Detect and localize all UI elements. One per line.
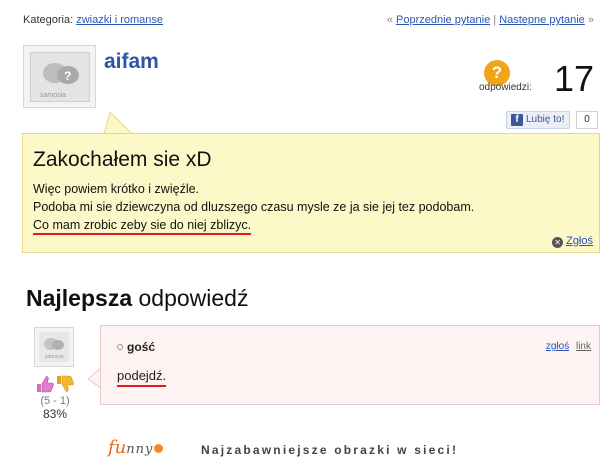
avatar-speech-icon: ? samosia (40, 63, 79, 99)
answer-count: ? odpowiedzi: 17 (444, 58, 594, 99)
answer-votes: (5 - 1) 83% (30, 374, 80, 424)
answer-links: zgłoś link (546, 341, 591, 352)
question-box: Zakochałem sie xD Więc powiem krótko i z… (22, 133, 600, 253)
user-avatar[interactable]: ? samosia (23, 45, 96, 108)
question-title: Zakochałem sie xD (33, 148, 212, 171)
vote-percent: 83% (42, 407, 68, 421)
footer-tagline: Najzabawniejsze obrazki w sieci! (201, 443, 459, 457)
prev-marker: « (386, 14, 393, 26)
question-bubble-tail (103, 112, 134, 134)
vote-thumbs (30, 374, 80, 394)
svg-text:?: ? (64, 69, 71, 83)
report-icon: ✕ (552, 237, 564, 248)
logo-dot-icon (154, 444, 164, 453)
report-link[interactable]: Zgłoś (566, 235, 593, 247)
answer-author: gość (117, 340, 155, 354)
facebook-like-button[interactable]: f Lubię to! (506, 111, 571, 129)
facebook-icon: f (511, 114, 523, 126)
category: Kategoria: zwiazki i romanse (23, 14, 163, 26)
vote-score: (5 - 1) (40, 395, 70, 407)
thumbs-down-icon[interactable] (57, 375, 74, 392)
nav-separator: | (493, 14, 497, 26)
like-count: 0 (576, 111, 598, 129)
answer-count-label: odpowiedzi: (479, 82, 532, 93)
answer-text: podejdź. (117, 368, 167, 387)
answer-avatar-placeholder: samosia (39, 332, 69, 362)
answer-count-number: 17 (553, 58, 594, 99)
like-label: Lubię to! (526, 114, 565, 125)
thumbs-up-icon[interactable] (37, 376, 54, 393)
next-marker: » (587, 14, 594, 26)
avatar-speech-icon-small: samosia (44, 338, 64, 360)
site-logo: funny (108, 437, 164, 458)
question-navigation: « Poprzednie pytanie | Nastepne pytanie … (387, 14, 594, 26)
best-answer-heading-bold: Najlepsza (26, 285, 133, 311)
question-body: Więc powiem krótko i zwięźle. Podoba mi … (33, 180, 475, 235)
username[interactable]: aifam (104, 50, 159, 74)
category-link[interactable]: zwiazki i romanse (76, 14, 163, 26)
best-answer-heading-rest: odpowiedź (138, 285, 249, 311)
top-bar: Kategoria: zwiazki i romanse « Poprzedni… (0, 0, 600, 28)
category-label: Kategoria: (23, 14, 74, 26)
svg-text:samosia: samosia (40, 92, 66, 99)
best-answer-heading: Najlepsza odpowiedź (26, 285, 248, 312)
answer-report-link[interactable]: zgłoś (546, 341, 569, 352)
question-line-1: Więc powiem krótko i zwięźle. (33, 182, 200, 196)
report-question[interactable]: ✕ Zgłoś (552, 235, 593, 248)
answer-author-name: gość (127, 340, 156, 354)
next-question-link[interactable]: Nastepne pytanie (499, 14, 585, 26)
author-status-icon (117, 344, 123, 350)
avatar-placeholder-image: ? samosia (30, 52, 90, 102)
answer-avatar[interactable]: samosia (34, 327, 74, 367)
logo-rest: nny (126, 442, 154, 457)
question-line-3: Co mam zrobic zeby sie do niej zblizyc. (33, 218, 252, 235)
answer-box: gość zgłoś link podejdź. (100, 325, 600, 405)
question-line-2: Podoba mi sie dziewczyna od dluzszego cz… (33, 200, 475, 214)
logo-main: fu (108, 437, 127, 458)
footer-watermark: funny Najzabawniejsze obrazki w sieci! (0, 435, 600, 472)
svg-text:samosia: samosia (45, 354, 64, 360)
answer-permalink[interactable]: link (576, 341, 591, 352)
prev-question-link[interactable]: Poprzednie pytanie (396, 14, 490, 26)
